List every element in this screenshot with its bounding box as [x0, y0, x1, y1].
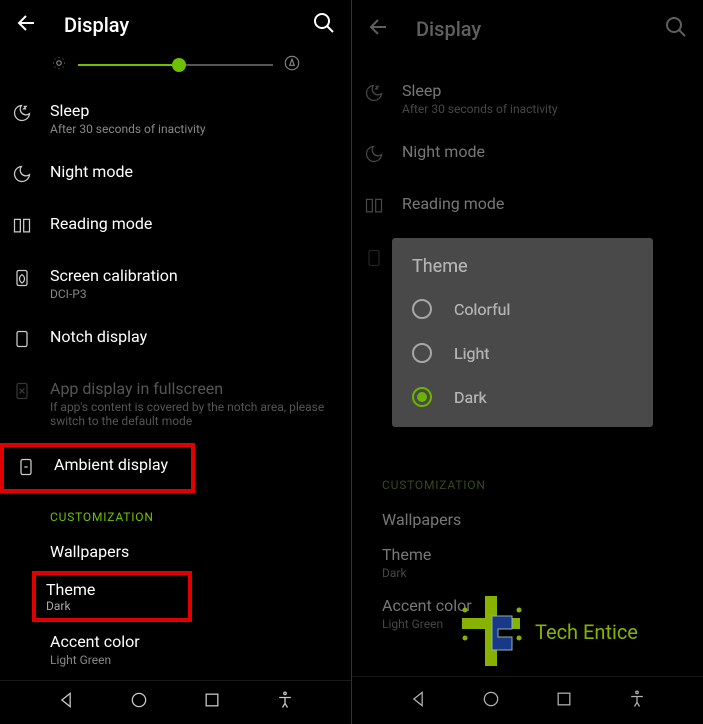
night-mode-item[interactable]: Night mode — [0, 149, 351, 201]
sleep-item[interactable]: Sleep After 30 seconds of inactivity — [0, 88, 351, 149]
ambient-display-item[interactable]: Ambient display — [4, 447, 191, 489]
theme-item[interactable]: Theme Dark — [46, 580, 178, 613]
dialog-title: Theme — [392, 256, 653, 287]
header: Display — [352, 0, 703, 58]
radio-selected-icon — [412, 387, 432, 407]
sleep-sub: After 30 seconds of inactivity — [402, 102, 688, 116]
night-mode-item[interactable]: Night mode — [352, 129, 703, 181]
accent-sub: Light Green — [382, 617, 688, 631]
moon-icon — [12, 164, 32, 188]
screen-cal-label: Screen calibration — [50, 266, 336, 285]
expand-icon — [12, 381, 32, 405]
phone-icon — [12, 329, 32, 353]
accent-sub: Light Green — [50, 653, 336, 667]
nav-bar — [352, 676, 703, 724]
sleep-label: Sleep — [402, 81, 688, 100]
theme-sub: Dark — [46, 599, 178, 613]
wallpapers-label: Wallpapers — [50, 542, 336, 561]
nav-recent-icon[interactable] — [202, 690, 222, 714]
dialog-option-colorful[interactable]: Colorful — [392, 287, 653, 331]
customization-header: CUSTOMIZATION — [352, 463, 703, 502]
dialog-option-dark[interactable]: Dark — [392, 375, 653, 419]
option-label: Dark — [454, 388, 487, 407]
calibration-icon — [364, 248, 384, 272]
fullscreen-apps-item: App display in fullscreen If app's conte… — [0, 366, 351, 441]
night-mode-label: Night mode — [50, 162, 336, 181]
sleep-sub: After 30 seconds of inactivity — [50, 122, 336, 136]
nav-home-icon[interactable] — [129, 690, 149, 714]
fullscreen-label: App display in fullscreen — [50, 379, 336, 398]
nav-home-icon[interactable] — [481, 689, 501, 713]
reading-mode-label: Reading mode — [50, 214, 336, 233]
wallpapers-label: Wallpapers — [382, 510, 688, 529]
notch-label: Notch display — [50, 327, 336, 346]
calibration-icon — [12, 268, 32, 292]
sleep-item[interactable]: Sleep After 30 seconds of inactivity — [352, 68, 703, 129]
brightness-slider[interactable] — [78, 64, 273, 66]
header: Display — [0, 0, 351, 51]
sleep-label: Sleep — [50, 101, 336, 120]
reading-mode-label: Reading mode — [402, 194, 688, 213]
option-label: Colorful — [454, 300, 510, 319]
notch-display-item[interactable]: Notch display — [0, 314, 351, 366]
reading-mode-item[interactable]: Reading mode — [0, 201, 351, 253]
reading-mode-item[interactable]: Reading mode — [352, 181, 703, 233]
back-icon[interactable] — [15, 11, 39, 39]
moon-icon — [364, 144, 384, 168]
brightness-slider-row — [0, 51, 351, 79]
book-icon — [12, 216, 32, 240]
sleep-icon — [12, 103, 32, 127]
nav-recent-icon[interactable] — [554, 689, 574, 713]
accent-color-item[interactable]: Accent color Light Green — [352, 588, 703, 639]
book-icon — [364, 196, 384, 220]
search-icon[interactable] — [664, 15, 688, 43]
ambient-icon — [16, 457, 36, 481]
wallpapers-item[interactable]: Wallpapers — [352, 502, 703, 537]
ambient-highlight: Ambient display — [0, 443, 195, 493]
nav-back-icon[interactable] — [56, 690, 76, 714]
fullscreen-sub: If app's content is covered by the notch… — [50, 400, 336, 428]
theme-highlight: Theme Dark — [32, 571, 192, 622]
page-title: Display — [416, 17, 664, 41]
nav-back-icon[interactable] — [408, 689, 428, 713]
night-mode-label: Night mode — [402, 142, 688, 161]
sleep-icon — [364, 83, 384, 107]
option-label: Light — [454, 344, 490, 363]
nav-accessibility-icon[interactable] — [275, 690, 295, 714]
dialog-option-light[interactable]: Light — [392, 331, 653, 375]
display-settings-panel-right: Display Sleep After 30 seconds of inacti… — [352, 0, 703, 724]
screen-calibration-item[interactable]: Screen calibration DCI-P3 — [0, 253, 351, 314]
customization-header: CUSTOMIZATION — [0, 495, 351, 534]
nav-bar — [0, 680, 351, 724]
search-icon[interactable] — [312, 11, 336, 39]
radio-icon — [412, 299, 432, 319]
theme-label: Theme — [382, 545, 688, 564]
brightness-low-icon — [50, 54, 68, 76]
display-settings-panel-left: Display Sleep After 30 seconds of inacti… — [0, 0, 352, 724]
accent-color-item[interactable]: Accent color Light Green — [0, 624, 351, 680]
theme-sub: Dark — [382, 566, 688, 580]
back-icon[interactable] — [367, 15, 391, 43]
ambient-label: Ambient display — [54, 455, 179, 474]
theme-label: Theme — [46, 580, 178, 599]
accent-label: Accent color — [50, 632, 336, 651]
nav-accessibility-icon[interactable] — [627, 689, 647, 713]
theme-dialog: Theme Colorful Light Dark — [392, 238, 653, 427]
page-title: Display — [64, 13, 312, 37]
wallpapers-item[interactable]: Wallpapers — [0, 534, 351, 569]
screen-cal-sub: DCI-P3 — [50, 287, 336, 301]
auto-brightness-icon[interactable] — [283, 54, 301, 76]
radio-icon — [412, 343, 432, 363]
theme-item[interactable]: Theme Dark — [352, 537, 703, 588]
accent-label: Accent color — [382, 596, 688, 615]
